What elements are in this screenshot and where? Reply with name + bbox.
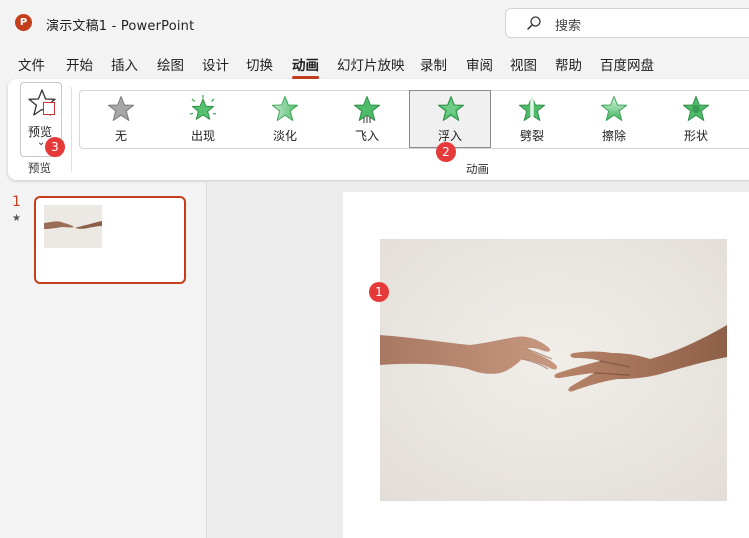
star-float-in-icon	[438, 96, 464, 121]
search-icon	[527, 16, 541, 30]
animation-group-label: 动画	[466, 162, 489, 176]
animation-float-in[interactable]: 浮入	[409, 90, 491, 148]
animation-label: 无	[114, 129, 127, 143]
animation-label: 浮入	[437, 129, 462, 143]
animation-appear[interactable]: 出现	[162, 91, 244, 148]
animation-shape[interactable]: 形状	[655, 91, 737, 148]
current-slide[interactable]: 1	[343, 192, 749, 538]
hands-reaching-image[interactable]	[380, 239, 727, 501]
group-divider	[71, 87, 72, 172]
title-bar: P 演示文稿1 - PowerPoint 搜索	[0, 0, 749, 46]
animation-none[interactable]: 无	[80, 91, 162, 148]
animation-label: 淡化	[272, 129, 297, 143]
slide-thumbnail-pane: 1 ★	[0, 183, 206, 538]
star-appear-icon	[189, 95, 217, 120]
animation-label: 飞入	[354, 129, 379, 143]
animation-wipe[interactable]: 擦除	[573, 91, 655, 148]
animation-fly-in[interactable]: 飞入	[326, 91, 408, 148]
preview-group-label: 预览	[28, 161, 51, 175]
callout-badge-float-in: 2	[436, 142, 456, 162]
animation-fade[interactable]: 淡化	[244, 91, 326, 148]
star-shape-icon	[683, 96, 709, 121]
animation-marker-icon: ★	[12, 213, 21, 224]
tab-draw[interactable]: 绘图	[157, 54, 184, 74]
animation-gallery: 无 出现 淡化 飞入 浮入 劈裂 擦除 形状	[79, 90, 749, 149]
slide-editor-canvas: 1	[207, 183, 749, 538]
search-placeholder: 搜索	[555, 19, 582, 34]
tab-view[interactable]: 视图	[510, 54, 537, 74]
tab-baidu-netdisk[interactable]: 百度网盘	[600, 54, 654, 74]
animation-label: 劈裂	[519, 129, 544, 143]
animation-label: 出现	[190, 129, 215, 143]
tab-insert[interactable]: 插入	[111, 54, 138, 74]
powerpoint-logo-icon: P	[15, 14, 34, 31]
ribbon-panel: 预览 ⌄ 预览 无 出现 淡化 飞入 浮入 劈裂 擦除 形状 动画	[8, 79, 749, 180]
slide-number: 1	[12, 194, 21, 210]
star-wipe-icon	[601, 96, 627, 121]
thumbnail-hands-image	[44, 205, 102, 248]
callout-badge-preview: 3	[45, 137, 65, 157]
animation-label: 形状	[683, 129, 708, 143]
ribbon-tabs: 文件 开始 插入 绘图 设计 切换 动画 幻灯片放映 录制 审阅 视图 帮助 百…	[0, 50, 749, 79]
tab-record[interactable]: 录制	[420, 54, 447, 74]
tab-slideshow[interactable]: 幻灯片放映	[337, 54, 405, 74]
star-fly-in-icon	[354, 96, 380, 123]
slide-thumbnail[interactable]	[34, 196, 186, 284]
star-split-icon	[519, 95, 545, 123]
tab-file[interactable]: 文件	[18, 54, 45, 74]
star-gray-icon	[108, 96, 134, 121]
search-input[interactable]: 搜索	[505, 8, 749, 38]
tab-transitions[interactable]: 切换	[246, 54, 273, 74]
tab-help[interactable]: 帮助	[555, 54, 582, 74]
preview-doc-icon	[43, 102, 55, 115]
animation-split[interactable]: 劈裂	[491, 91, 573, 148]
document-title: 演示文稿1 - PowerPoint	[46, 19, 195, 34]
tab-home[interactable]: 开始	[66, 54, 93, 74]
animation-label: 擦除	[601, 129, 626, 143]
tab-review[interactable]: 审阅	[466, 54, 493, 74]
star-fade-icon	[272, 96, 298, 121]
tab-design[interactable]: 设计	[202, 54, 229, 74]
tab-animations[interactable]: 动画	[292, 54, 319, 79]
callout-badge-slide-image: 1	[369, 282, 389, 302]
